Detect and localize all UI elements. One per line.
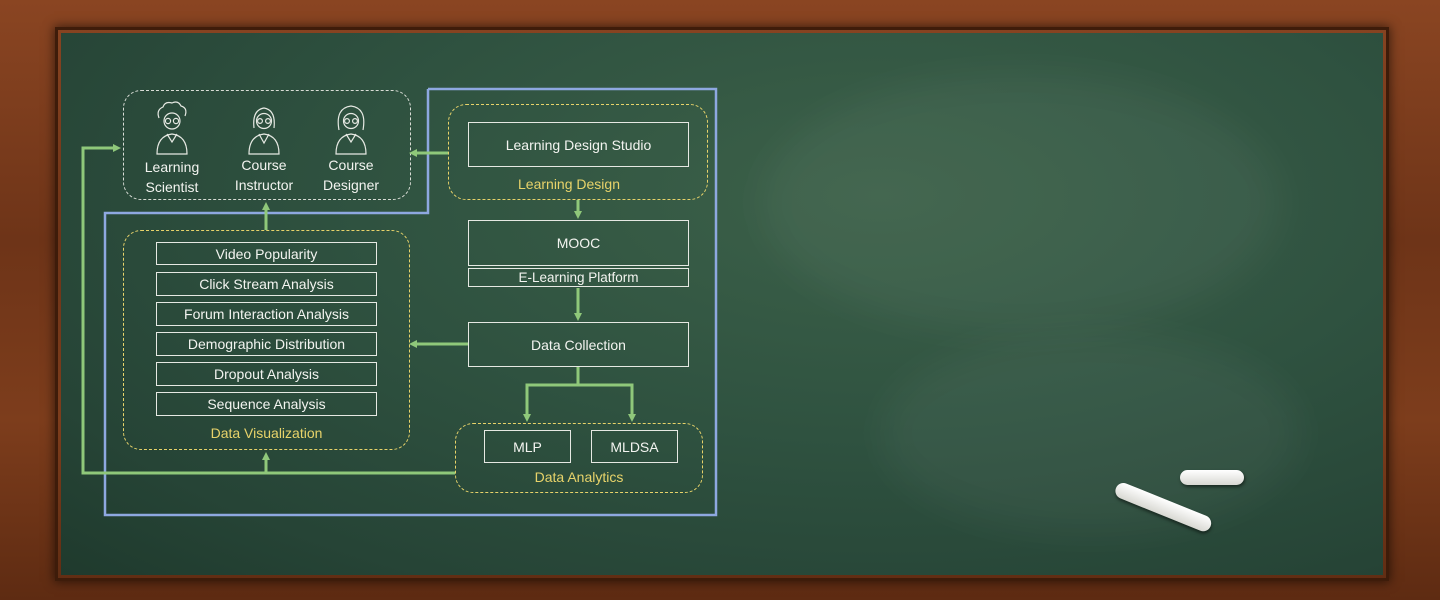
chalkboard-scene: Learning Scientist Course Instructor Cou… (0, 0, 1440, 600)
arrow-collection-to-analytics (523, 367, 580, 422)
chalk-piece (1180, 470, 1244, 485)
flow-arrows (81, 144, 636, 475)
arrow-analytics-to-roles (81, 144, 455, 475)
arrow-collection-to-mldsa (578, 383, 636, 422)
